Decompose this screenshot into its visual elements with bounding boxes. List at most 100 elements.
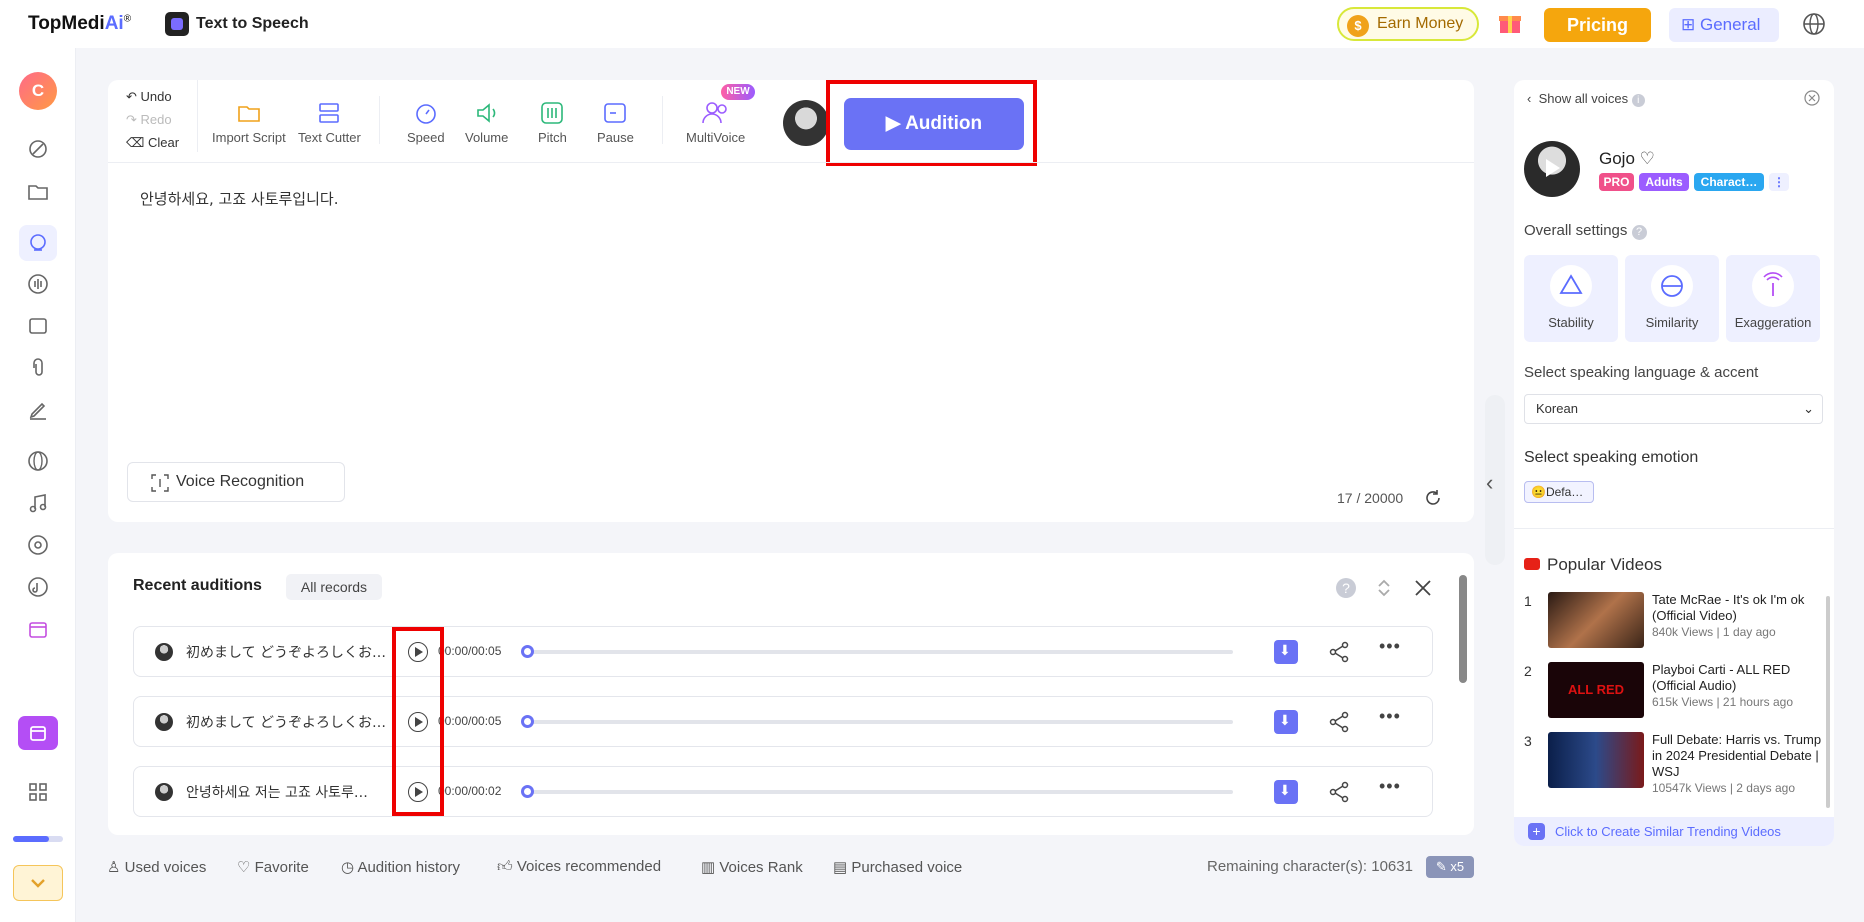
- share-icon[interactable]: [1327, 640, 1351, 664]
- recent-scrollbar[interactable]: [1459, 575, 1467, 683]
- help-icon[interactable]: ?: [1631, 225, 1647, 240]
- share-icon[interactable]: [1327, 710, 1351, 734]
- close-icon[interactable]: [1804, 90, 1820, 106]
- download-icon[interactable]: [1274, 780, 1298, 804]
- clip-icon[interactable]: [26, 356, 50, 380]
- more-options-icon[interactable]: •••: [1379, 776, 1401, 797]
- voice-scan-icon: [151, 474, 169, 492]
- video-audio-icon[interactable]: [26, 314, 50, 338]
- speed-icon: [415, 104, 436, 124]
- right-panel-scrollbar[interactable]: [1826, 596, 1830, 808]
- disc-icon[interactable]: [26, 533, 50, 557]
- globe-translate-icon[interactable]: [26, 449, 50, 473]
- folder-icon[interactable]: [26, 180, 50, 204]
- chevron-left-icon[interactable]: ‹: [1486, 470, 1493, 496]
- purchased-voice-label: Purchased voice: [851, 859, 963, 876]
- text-cutter-label: Text Cutter: [298, 130, 361, 145]
- magic-tool-icon[interactable]: [26, 137, 50, 161]
- import-script-label: Import Script: [212, 130, 286, 145]
- more-options-icon[interactable]: •••: [1379, 706, 1401, 727]
- user-avatar[interactable]: C: [19, 72, 57, 110]
- heart-icon[interactable]: ♡: [1640, 149, 1655, 168]
- gift-icon[interactable]: [1497, 9, 1523, 35]
- speed-button[interactable]: Speed: [407, 100, 445, 145]
- pitch-label: Pitch: [538, 130, 567, 145]
- video-thumbnail[interactable]: [1548, 732, 1644, 788]
- emotion-select[interactable]: 😐Defa…: [1524, 481, 1594, 503]
- audio-progress-track[interactable]: [527, 650, 1233, 654]
- popular-videos-title: Popular Videos: [1547, 555, 1662, 574]
- usage-progress-bar: [13, 836, 63, 842]
- audition-row: 初めまして どうぞよろしくお… 00:00/00:05 •••: [133, 626, 1433, 677]
- video-rank: 1: [1524, 593, 1532, 609]
- audio-progress-handle[interactable]: [521, 715, 534, 728]
- multivoice-button[interactable]: MultiVoice: [686, 100, 745, 145]
- recent-auditions-title: Recent auditions: [133, 577, 262, 594]
- audio-progress-handle[interactable]: [521, 785, 534, 798]
- voice-recognition-button[interactable]: Voice Recognition: [127, 462, 345, 502]
- similarity-setting[interactable]: Similarity: [1625, 255, 1719, 342]
- exaggeration-setting[interactable]: Exaggeration: [1726, 255, 1820, 342]
- earn-money-button[interactable]: $ Earn Money: [1337, 7, 1479, 41]
- globe-icon[interactable]: [1802, 12, 1826, 36]
- voices-recommended-link[interactable]: 👍︎ Voices recommended: [497, 858, 661, 876]
- video-item[interactable]: Full Debate: Harris vs. Trump in 2024 Pr…: [1652, 732, 1824, 796]
- music-note-icon[interactable]: [26, 491, 50, 515]
- voice-avatar[interactable]: [783, 100, 829, 146]
- redo-button[interactable]: ↷ Redo: [126, 112, 172, 128]
- youtube-icon: [1524, 558, 1540, 570]
- help-icon[interactable]: ?: [1335, 577, 1357, 599]
- text-cutter-button[interactable]: Text Cutter: [298, 100, 361, 145]
- import-script-button[interactable]: Import Script: [212, 100, 286, 145]
- audio-progress-track[interactable]: [527, 790, 1233, 794]
- pricing-button[interactable]: Pricing: [1544, 8, 1651, 42]
- pitch-button[interactable]: Pitch: [538, 100, 567, 145]
- all-records-button[interactable]: All records: [286, 574, 382, 600]
- pause-button[interactable]: Pause: [597, 100, 634, 145]
- chevron-down-icon: [31, 879, 45, 888]
- undo-button[interactable]: ↶ Undo: [126, 89, 172, 105]
- audio-progress-track[interactable]: [527, 720, 1233, 724]
- clear-button[interactable]: ⌫ Clear: [126, 135, 179, 151]
- voices-rank-link[interactable]: ▥ Voices Rank: [701, 858, 803, 876]
- emotion-value: Defa…: [1545, 485, 1584, 499]
- volume-button[interactable]: Volume: [465, 100, 508, 145]
- video-thumbnail[interactable]: [1548, 592, 1644, 648]
- video-thumbnail[interactable]: ALL RED: [1548, 662, 1644, 718]
- show-all-voices-label: Show all voices: [1538, 91, 1629, 106]
- close-icon[interactable]: [1412, 577, 1434, 599]
- toolbar-divider: [197, 80, 198, 152]
- download-icon[interactable]: [1274, 710, 1298, 734]
- store-icon[interactable]: [26, 617, 50, 641]
- favorite-link[interactable]: ♡ Favorite: [237, 858, 309, 876]
- pitch-icon: [541, 102, 564, 124]
- tiktok-icon[interactable]: [26, 575, 50, 599]
- video-item[interactable]: Playboi Carti - ALL RED (Official Audio)…: [1652, 662, 1824, 710]
- create-similar-videos-button[interactable]: Click to Create Similar Trending Videos: [1514, 817, 1834, 846]
- share-icon[interactable]: [1327, 780, 1351, 804]
- voice-preview-avatar[interactable]: [1524, 141, 1580, 197]
- character-tag: Charact…: [1694, 173, 1764, 191]
- logo[interactable]: TopMediAi®: [28, 13, 131, 35]
- plus-icon: +: [1528, 823, 1545, 840]
- edit-pen-icon[interactable]: [26, 398, 50, 422]
- refresh-icon[interactable]: [1424, 489, 1442, 507]
- used-voices-link[interactable]: ♙ Used voices: [107, 858, 206, 876]
- video-item[interactable]: Tate McRae - It's ok I'm ok (Official Vi…: [1652, 592, 1824, 640]
- audio-wave-icon[interactable]: [26, 272, 50, 296]
- more-tags-icon[interactable]: ⋮: [1769, 173, 1789, 191]
- general-menu-button[interactable]: ⊞ General: [1669, 8, 1779, 42]
- expand-collapse-icon[interactable]: [1373, 577, 1395, 599]
- script-text[interactable]: 안녕하세요, 고죠 사토루입니다.: [140, 188, 338, 209]
- audio-progress-handle[interactable]: [521, 645, 534, 658]
- stability-setting[interactable]: Stability: [1524, 255, 1618, 342]
- language-select[interactable]: Korean ⌄: [1524, 394, 1823, 424]
- calendar-icon: [30, 726, 46, 741]
- audition-history-link[interactable]: ◷ Audition history: [341, 858, 460, 876]
- pro-tag: PRO: [1599, 173, 1634, 191]
- purchased-voice-link[interactable]: ▤ Purchased voice: [833, 858, 962, 876]
- apps-grid-icon[interactable]: [26, 780, 50, 804]
- download-icon[interactable]: [1274, 640, 1298, 664]
- show-all-voices-button[interactable]: ‹ Show all voices i: [1527, 91, 1645, 107]
- more-options-icon[interactable]: •••: [1379, 636, 1401, 657]
